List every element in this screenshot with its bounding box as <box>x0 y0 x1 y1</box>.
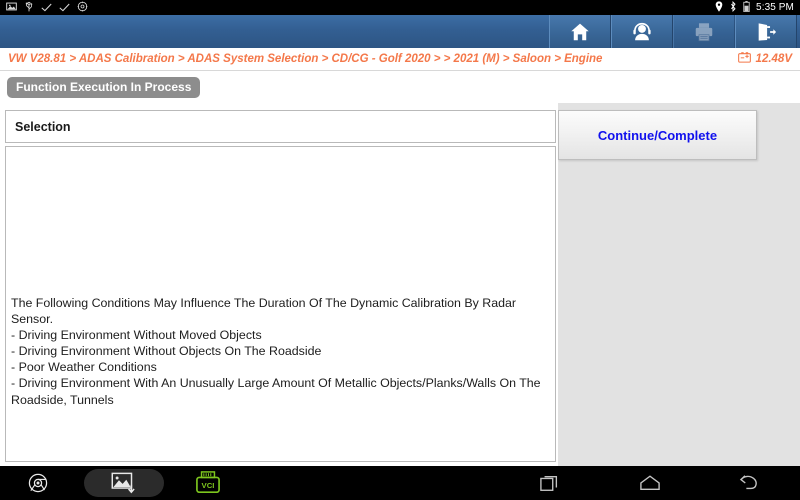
continue-complete-label: Continue/Complete <box>597 127 718 143</box>
selection-header: Selection <box>5 110 556 143</box>
selection-body[interactable]: The Following Conditions May Influence T… <box>5 146 556 462</box>
status-bar-clock: 5:35 PM <box>756 1 794 13</box>
vci-status-button[interactable]: VCI <box>180 466 236 500</box>
support-headset-button[interactable] <box>611 15 673 48</box>
recent-apps-button[interactable] <box>520 466 580 500</box>
exit-button[interactable] <box>735 15 797 48</box>
android-back-button[interactable] <box>720 466 780 500</box>
printer-icon <box>695 22 713 41</box>
voltage-value: 12.48V <box>755 53 792 65</box>
main-content: Selection The Following Conditions May I… <box>0 103 800 466</box>
breadcrumb-bar: VW V28.81 > ADAS Calibration > ADAS Syst… <box>0 48 800 71</box>
android-status-bar: 5:35 PM <box>0 0 800 15</box>
voltage-indicator: 12.48V <box>737 50 792 68</box>
headset-user-icon <box>633 22 651 40</box>
android-navigation-bar <box>500 466 800 500</box>
svg-text:VCI: VCI <box>202 481 215 490</box>
continue-complete-button[interactable]: Continue/Complete <box>558 110 757 160</box>
home-icon <box>571 23 589 40</box>
print-button[interactable] <box>673 15 735 48</box>
function-status-bar: Function Execution In Process <box>0 71 800 103</box>
vci-connector-icon: VCI <box>196 471 220 494</box>
android-home-button[interactable] <box>620 466 680 500</box>
screenshot-capture-button[interactable] <box>84 469 164 497</box>
recent-apps-icon <box>540 475 558 491</box>
home-outline-icon <box>640 475 660 491</box>
breadcrumb[interactable]: VW V28.81 > ADAS Calibration > ADAS Syst… <box>8 53 602 65</box>
back-arrow-icon <box>739 475 757 490</box>
exit-door-icon <box>758 22 777 41</box>
selection-header-label: Selection <box>15 119 71 134</box>
home-button[interactable] <box>549 15 611 48</box>
selection-body-text: The Following Conditions May Influence T… <box>11 296 541 407</box>
chrome-browser-icon <box>28 473 48 493</box>
app-toolbar <box>0 15 800 48</box>
bottom-dock: VCI <box>0 466 800 500</box>
status-badge: Function Execution In Process <box>7 76 201 98</box>
chrome-browser-button[interactable] <box>10 466 66 500</box>
tablet-screen: 5:35 PM VW V28.81 > ADAS Calibration > A… <box>0 0 800 500</box>
screenshot-save-icon <box>111 472 135 494</box>
action-panel: Continue/Complete <box>558 103 800 466</box>
selection-panel: Selection The Following Conditions May I… <box>5 110 556 462</box>
dock-app-shortcuts: VCI <box>0 466 500 500</box>
battery-voltage-icon <box>737 50 751 68</box>
